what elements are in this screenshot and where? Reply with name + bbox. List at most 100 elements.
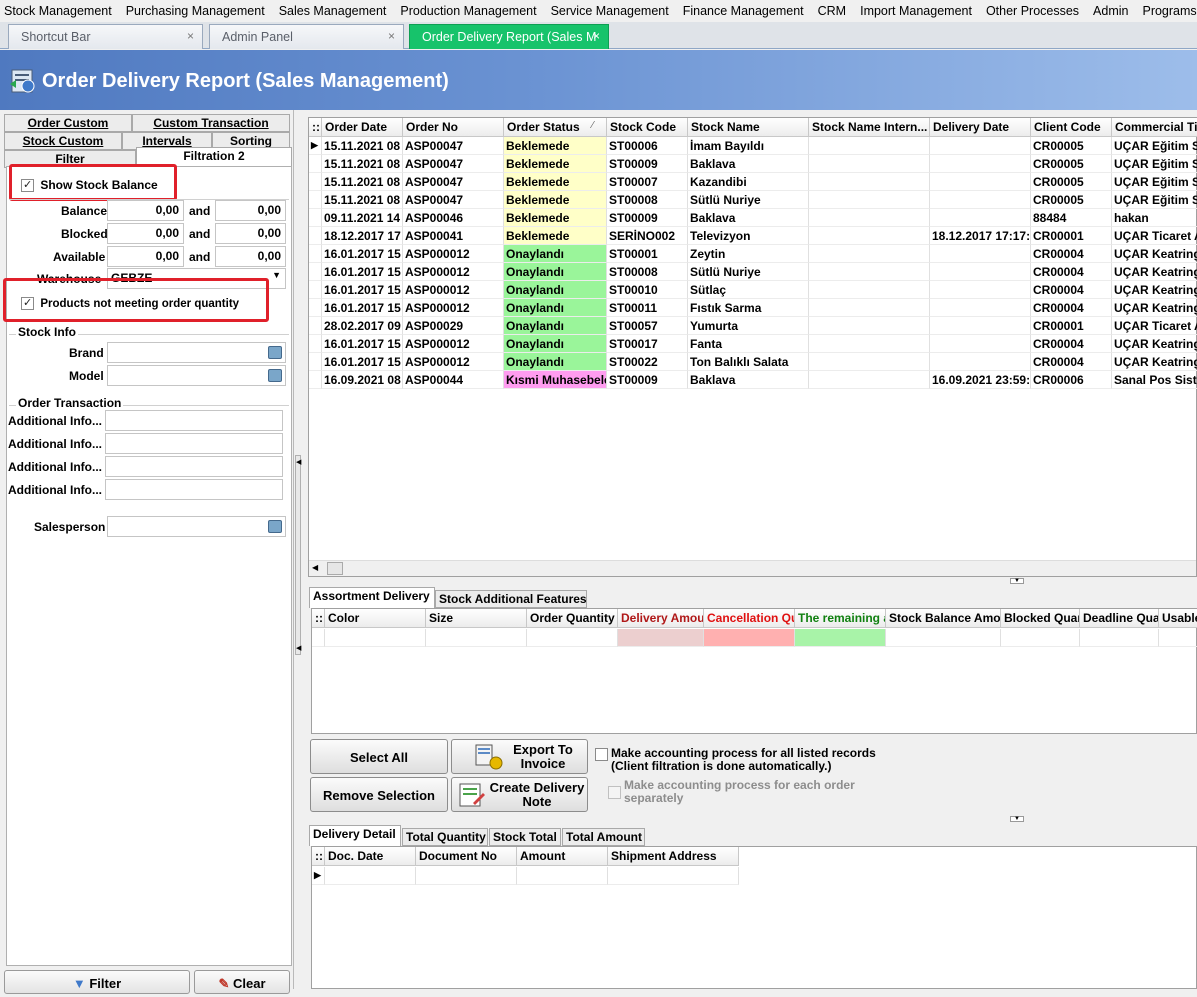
table-cell[interactable]: Baklava: [688, 209, 809, 227]
column-header[interactable]: Commercial Tit: [1112, 118, 1197, 137]
table-cell[interactable]: Fanta: [688, 335, 809, 353]
table-cell[interactable]: UÇAR Keatring: [1112, 353, 1197, 371]
menu-item[interactable]: Admin: [1086, 0, 1135, 22]
table-cell[interactable]: [809, 191, 930, 209]
table-cell[interactable]: Onaylandı: [504, 353, 607, 371]
table-cell[interactable]: Beklemede: [504, 155, 607, 173]
table-cell[interactable]: CR00004: [1031, 263, 1112, 281]
table-cell[interactable]: ST00022: [607, 353, 688, 371]
table-cell[interactable]: Onaylandı: [504, 281, 607, 299]
blocked-to-input[interactable]: 0,00: [215, 223, 286, 244]
row-indicator[interactable]: [309, 245, 322, 263]
menu-item[interactable]: Stock Management: [0, 0, 119, 22]
column-chooser-icon[interactable]: ::: [312, 609, 325, 628]
table-cell[interactable]: 16.09.2021 08: [322, 371, 403, 389]
menu-item[interactable]: Programs: [1135, 0, 1197, 22]
table-cell[interactable]: 88484: [1031, 209, 1112, 227]
additional-info-input-3[interactable]: [105, 456, 283, 477]
table-cell[interactable]: Sütlü Nuriye: [688, 263, 809, 281]
table-cell[interactable]: UÇAR Keatring: [1112, 335, 1197, 353]
additional-info-input-4[interactable]: [105, 479, 283, 500]
table-cell[interactable]: ASP000012: [403, 281, 504, 299]
row-indicator[interactable]: [309, 155, 322, 173]
table-cell[interactable]: Kazandibi: [688, 173, 809, 191]
table-cell[interactable]: ST00009: [607, 209, 688, 227]
tab-stock-total[interactable]: Stock Total: [489, 828, 561, 846]
table-cell[interactable]: ST00009: [607, 371, 688, 389]
row-indicator[interactable]: [309, 191, 322, 209]
panel-splitter[interactable]: ◀ ◀: [295, 455, 301, 655]
available-to-input[interactable]: 0,00: [215, 246, 286, 267]
table-cell[interactable]: CR00004: [1031, 335, 1112, 353]
table-cell[interactable]: [930, 245, 1031, 263]
select-all-button[interactable]: Select All: [310, 739, 448, 774]
table-cell[interactable]: UÇAR Keatring: [1112, 245, 1197, 263]
table-cell[interactable]: UÇAR Eğitim Sis: [1112, 173, 1197, 191]
table-cell[interactable]: İmam Bayıldı: [688, 137, 809, 155]
table-cell[interactable]: UÇAR Keatring: [1112, 263, 1197, 281]
column-header[interactable]: Document No: [416, 847, 517, 866]
table-cell[interactable]: [930, 299, 1031, 317]
table-cell[interactable]: ST00009: [607, 155, 688, 173]
table-cell[interactable]: ST00008: [607, 191, 688, 209]
table-cell[interactable]: [809, 137, 930, 155]
table-cell[interactable]: ASP000012: [403, 353, 504, 371]
table-cell[interactable]: 18.12.2017 17: [322, 227, 403, 245]
table-cell[interactable]: [930, 191, 1031, 209]
export-to-invoice-button[interactable]: Export To Invoice: [451, 739, 588, 774]
table-cell[interactable]: UÇAR Keatring: [1112, 281, 1197, 299]
table-cell[interactable]: [930, 137, 1031, 155]
table-cell[interactable]: 15.11.2021 08: [322, 155, 403, 173]
make-each-checkbox[interactable]: [608, 786, 621, 800]
table-cell[interactable]: Onaylandı: [504, 299, 607, 317]
row-indicator[interactable]: [309, 317, 322, 335]
make-all-checkbox[interactable]: [595, 748, 608, 762]
table-cell[interactable]: 15.11.2021 08: [322, 137, 403, 155]
blocked-from-input[interactable]: 0,00: [107, 223, 184, 244]
table-cell[interactable]: [809, 299, 930, 317]
table-cell[interactable]: CR00004: [1031, 281, 1112, 299]
table-cell[interactable]: Onaylandı: [504, 335, 607, 353]
table-cell[interactable]: [809, 371, 930, 389]
menu-item[interactable]: Purchasing Management: [119, 0, 272, 22]
column-header[interactable]: Order Quantity: [527, 609, 618, 628]
filter-button[interactable]: ▼ Filter: [4, 970, 190, 994]
menu-item[interactable]: Production Management: [393, 0, 543, 22]
lookup-icon[interactable]: [268, 346, 282, 359]
table-cell[interactable]: Sütlü Nuriye: [688, 191, 809, 209]
table-cell[interactable]: ASP000012: [403, 245, 504, 263]
table-cell[interactable]: [809, 245, 930, 263]
column-header[interactable]: Client Code: [1031, 118, 1112, 137]
tab-shortcut-bar[interactable]: Shortcut Bar ×: [8, 24, 203, 49]
column-header[interactable]: Color: [325, 609, 426, 628]
table-cell[interactable]: CR00005: [1031, 173, 1112, 191]
table-cell[interactable]: Ton Balıklı Salata: [688, 353, 809, 371]
table-cell[interactable]: ASP00041: [403, 227, 504, 245]
table-cell[interactable]: 18.12.2017 17:17:: [930, 227, 1031, 245]
tab-assortment-delivery[interactable]: Assortment Delivery: [309, 587, 435, 608]
column-header[interactable]: The remaining a: [795, 609, 886, 628]
table-cell[interactable]: 28.02.2017 09: [322, 317, 403, 335]
table-cell[interactable]: 16.01.2017 15: [322, 335, 403, 353]
create-delivery-note-button[interactable]: Create Delivery Note: [451, 777, 588, 812]
table-cell[interactable]: 16.01.2017 15: [322, 245, 403, 263]
table-cell[interactable]: Kısmi Muhasebele: [504, 371, 607, 389]
collapse-icon[interactable]: ◀: [296, 458, 301, 466]
table-cell[interactable]: CR00004: [1031, 299, 1112, 317]
table-cell[interactable]: Beklemede: [504, 137, 607, 155]
table-cell[interactable]: [809, 281, 930, 299]
table-cell[interactable]: Onaylandı: [504, 317, 607, 335]
table-cell[interactable]: 16.09.2021 23:59:: [930, 371, 1031, 389]
table-cell[interactable]: Sütlaç: [688, 281, 809, 299]
tab-order-delivery-report[interactable]: Order Delivery Report (Sales M ×: [409, 24, 609, 49]
table-cell[interactable]: ASP000012: [403, 263, 504, 281]
table-cell[interactable]: ASP00047: [403, 173, 504, 191]
column-header[interactable]: Stock Name Intern...: [809, 118, 930, 137]
column-header[interactable]: Deadline Qua: [1080, 609, 1159, 628]
tab-custom-transaction[interactable]: Custom Transaction: [132, 114, 290, 132]
row-indicator[interactable]: [309, 281, 322, 299]
additional-info-input-2[interactable]: [105, 433, 283, 454]
row-indicator[interactable]: ▶: [309, 137, 322, 155]
tab-total-quantity[interactable]: Total Quantity: [402, 828, 488, 846]
table-cell[interactable]: Televizyon: [688, 227, 809, 245]
